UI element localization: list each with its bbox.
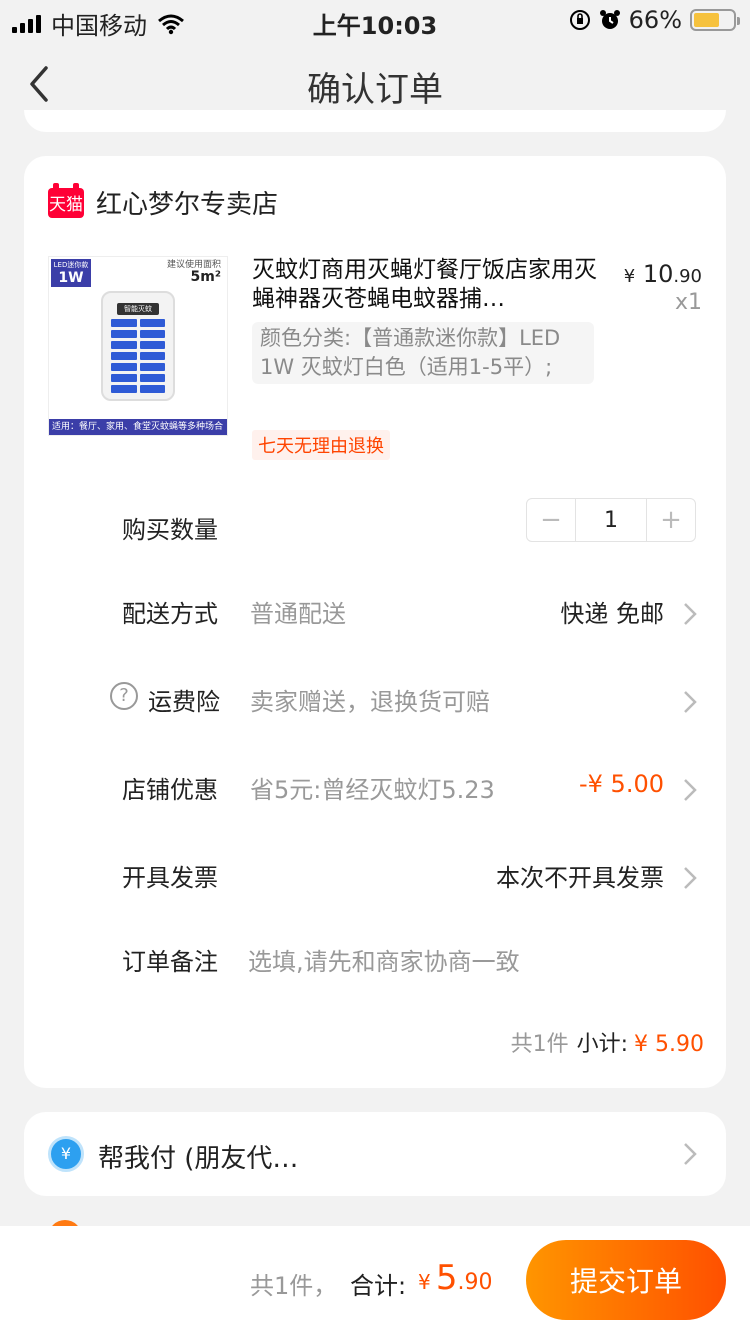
- note-input[interactable]: 选填,请先和商家协商一致: [248, 942, 520, 977]
- return-policy-badge: 七天无理由退换: [252, 430, 390, 460]
- chevron-right-icon: [684, 1143, 697, 1165]
- invoice-value: 本次不开具发票: [496, 864, 664, 892]
- pay-for-me-label: 帮我付 (朋友代…: [98, 1144, 299, 1174]
- chevron-right-icon: [684, 779, 697, 801]
- delivery-row[interactable]: 配送方式 普通配送 快递 免邮: [24, 584, 726, 644]
- total-price: ¥ 5.90: [418, 1258, 493, 1298]
- invoice-row[interactable]: 开具发票 本次不开具发票: [24, 848, 726, 908]
- insurance-sub: 卖家赠送，退换货可赔: [250, 688, 490, 716]
- bottom-bar: 共1件， 合计: ¥ 5.90 提交订单: [0, 1226, 750, 1334]
- question-icon[interactable]: ?: [110, 682, 138, 710]
- alarm-icon: [599, 10, 620, 29]
- discount-row[interactable]: 店铺优惠 省5元:曾经灭蚊灯5.23 -¥ 5.00: [24, 760, 726, 820]
- chevron-right-icon: [684, 867, 697, 889]
- insurance-row[interactable]: ? 运费险 卖家赠送，退换货可赔: [24, 672, 726, 732]
- thumb-tag: LED迷你款 1W: [51, 259, 91, 287]
- note-label: 订单备注: [122, 948, 218, 976]
- thumb-caption: 适用：餐厅、家用、食堂灭蚊蝇等多种场合: [49, 419, 227, 435]
- page-title: 确认订单: [307, 70, 443, 110]
- subtotal-count: 共1件: [510, 1032, 569, 1057]
- delivery-label: 配送方式: [122, 600, 218, 628]
- order-card: 天猫 红心梦尔专卖店 LED迷你款 1W 建议使用面积 5m² 智能灭蚊 适用：…: [24, 156, 726, 1088]
- decrease-button[interactable]: −: [527, 499, 575, 541]
- delivery-sub: 普通配送: [250, 600, 346, 628]
- address-card-edge: [24, 110, 726, 132]
- subtotal: 共1件 小计: ¥ 5.90: [511, 1026, 704, 1058]
- quantity-stepper: − 1 +: [526, 498, 696, 542]
- discount-sub: 省5元:曾经灭蚊灯5.23: [250, 776, 495, 804]
- product-price: ¥ 10.90: [623, 260, 702, 288]
- invoice-label: 开具发票: [122, 864, 218, 892]
- product-title[interactable]: 灭蚊灯商用灭蝇灯餐厅饭店家用灭蝇神器灭苍蝇电蚊器捕…: [252, 256, 602, 314]
- total-label: 合计:: [350, 1272, 407, 1300]
- delivery-value: 快递 免邮: [560, 600, 664, 628]
- status-bar: 中国移动 上午10:03 66%: [0, 0, 750, 40]
- submit-order-button[interactable]: 提交订单: [526, 1240, 726, 1320]
- discount-value: -¥ 5.00: [579, 770, 664, 798]
- tmall-logo-icon: 天猫: [48, 182, 84, 218]
- total-count: 共1件，: [250, 1272, 338, 1300]
- shop-header[interactable]: 天猫 红心梦尔专卖店: [48, 182, 279, 221]
- quantity-label: 购买数量: [122, 516, 218, 544]
- thumb-area: 建议使用面积 5m²: [166, 260, 221, 285]
- yen-icon: ¥: [48, 1136, 84, 1172]
- battery-percent: 66%: [628, 6, 682, 34]
- note-row: 订单备注 选填,请先和商家协商一致: [24, 932, 726, 992]
- status-right: 66%: [569, 6, 740, 34]
- orientation-lock-icon: [569, 10, 590, 30]
- battery-icon: [690, 9, 740, 31]
- discount-label: 店铺优惠: [122, 776, 218, 804]
- increase-button[interactable]: +: [647, 499, 695, 541]
- product-sku[interactable]: 颜色分类:【普通款迷你款】LED 1W 灭蚊灯白色（适用1-5平）;: [252, 322, 594, 384]
- subtotal-value: ¥ 5.90: [634, 1032, 704, 1057]
- chevron-right-icon: [684, 691, 697, 713]
- shop-name: 红心梦尔专卖店: [96, 190, 279, 220]
- pay-for-me-row[interactable]: ¥ 帮我付 (朋友代…: [24, 1112, 726, 1196]
- chevron-right-icon: [684, 603, 697, 625]
- insurance-label: 运费险: [148, 688, 220, 716]
- lamp-illustration: 智能灭蚊: [101, 291, 175, 401]
- product-quantity: x1: [674, 290, 702, 315]
- subtotal-label: 小计:: [576, 1032, 629, 1057]
- quantity-value[interactable]: 1: [575, 499, 647, 541]
- product-image[interactable]: LED迷你款 1W 建议使用面积 5m² 智能灭蚊 适用：餐厅、家用、食堂灭蚊蝇…: [48, 256, 228, 436]
